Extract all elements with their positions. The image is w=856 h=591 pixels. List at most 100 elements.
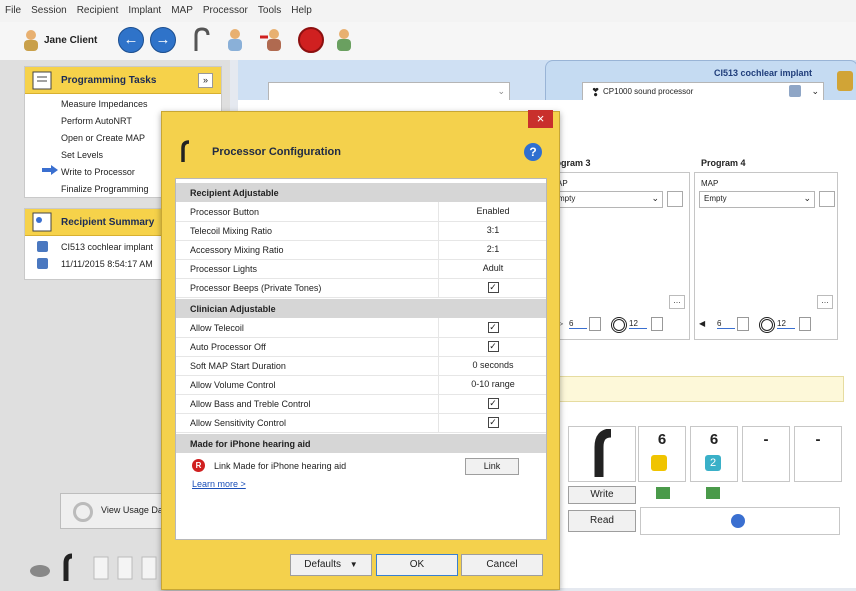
stop-button[interactable]	[298, 27, 324, 53]
task-set-levels[interactable]: Set Levels	[61, 150, 103, 160]
program-4-card-number: -	[815, 431, 821, 448]
menu-recipient[interactable]: Recipient	[72, 0, 124, 16]
program-4-sensitivity[interactable]: 12	[777, 319, 795, 329]
program-4-map-select[interactable]: Empty ⌄	[699, 191, 815, 208]
program-4-map-value: Empty	[704, 194, 727, 203]
read-button[interactable]: Read	[568, 510, 636, 532]
menu-file[interactable]: File	[0, 0, 26, 16]
checkbox-icon[interactable]: ✓	[487, 322, 499, 334]
summary-icon	[32, 212, 52, 232]
forward-button[interactable]: →	[150, 27, 176, 53]
program-3-sensitivity[interactable]: 12	[629, 319, 647, 329]
program-2-card[interactable]: 6 2	[690, 426, 738, 482]
forward-icon: →	[150, 27, 176, 53]
help-icon[interactable]: ?	[524, 143, 542, 161]
program-4-edit-icon[interactable]	[819, 191, 835, 207]
setting-allow-volume[interactable]: Allow Volume Control 0-10 range	[176, 375, 546, 395]
checkbox-icon[interactable]: ✓	[487, 417, 499, 429]
calendar-icon	[37, 258, 48, 269]
setting-allow-bass-treble: Allow Bass and Treble Control ✓	[176, 394, 546, 414]
collapse-icon[interactable]: »	[198, 73, 213, 88]
task-perform-autonrt[interactable]: Perform AutoNRT	[61, 116, 132, 126]
stop-icon	[298, 27, 324, 53]
program-3-volume-stepper[interactable]	[589, 317, 601, 331]
view-usage-button[interactable]: View Usage Da	[60, 493, 172, 529]
lock-icon	[837, 71, 853, 91]
users-button[interactable]	[222, 27, 248, 53]
menu-session[interactable]: Session	[26, 0, 72, 16]
program-3-volume[interactable]: 6	[569, 319, 587, 329]
processor-select[interactable]: ❣ CP1000 sound processor ⌄	[582, 82, 824, 102]
view-usage-label: View Usage Da	[101, 505, 163, 515]
write-program-2-icon[interactable]	[706, 487, 720, 499]
toolbar: Jane Client ← →	[0, 22, 856, 61]
checkbox-icon[interactable]: ✓	[487, 282, 499, 294]
program-4-title: Program 4	[701, 158, 746, 168]
ok-button[interactable]: OK	[376, 554, 458, 576]
chevron-down-icon: ⌄	[651, 193, 659, 203]
menu-tools[interactable]: Tools	[253, 0, 286, 16]
program-3-card-number: -	[763, 431, 769, 448]
program-3-edit-icon[interactable]	[667, 191, 683, 207]
link-button[interactable]: Link	[465, 458, 519, 475]
cancel-button[interactable]: Cancel	[461, 554, 543, 576]
menu-implant[interactable]: Implant	[123, 0, 166, 16]
program-1-card[interactable]: 6	[638, 426, 686, 482]
write-program-1-icon[interactable]	[656, 487, 670, 499]
transfer-button[interactable]	[258, 27, 284, 53]
program-4-map-label: MAP	[701, 179, 719, 188]
program-4-more-button[interactable]: …	[817, 295, 833, 309]
section-clinician-adjustable: Clinician Adjustable	[176, 299, 546, 318]
usage-icon	[73, 502, 93, 522]
program-3-card[interactable]: -	[742, 426, 790, 482]
program-3-more-button[interactable]: …	[669, 295, 685, 309]
checkbox-icon[interactable]: ✓	[487, 341, 499, 353]
tasks-icon	[32, 71, 52, 90]
users-icon	[228, 29, 242, 51]
back-button[interactable]: ←	[118, 27, 144, 53]
processor-large-icon	[594, 429, 612, 477]
menu-map[interactable]: MAP	[166, 0, 198, 16]
user-button[interactable]: Jane Client	[22, 27, 97, 53]
program-3-map-select[interactable]: mpty ⌄	[553, 191, 663, 208]
setting-processor-lights[interactable]: Processor Lights Adult	[176, 259, 546, 279]
transfer-icon	[260, 29, 281, 51]
program-4-card[interactable]: -	[794, 426, 842, 482]
processor-card[interactable]	[568, 426, 636, 482]
program-4-sensitivity-stepper[interactable]	[799, 317, 811, 331]
recipients-button[interactable]	[330, 27, 356, 53]
setting-auto-processor-off: Auto Processor Off ✓	[176, 337, 546, 357]
task-write-to-processor[interactable]: Write to Processor	[61, 167, 135, 177]
learn-more-link[interactable]: Learn more >	[192, 479, 246, 489]
program-4-sensitivity-icon	[759, 317, 775, 333]
write-button[interactable]: Write	[568, 486, 636, 504]
task-measure-impedances[interactable]: Measure Impedances	[61, 99, 148, 109]
setting-processor-button[interactable]: Processor Button Enabled	[176, 202, 546, 222]
task-open-create-map[interactable]: Open or Create MAP	[61, 133, 145, 143]
menu-help[interactable]: Help	[286, 0, 317, 16]
programming-tasks-header[interactable]: Programming Tasks »	[25, 67, 221, 94]
defaults-button[interactable]: Defaults ▼	[290, 554, 372, 576]
program-4-volume[interactable]: 6	[717, 319, 735, 329]
setting-accessory-mixing[interactable]: Accessory Mixing Ratio 2:1	[176, 240, 546, 260]
processor-button[interactable]	[190, 27, 216, 53]
setting-allow-telecoil: Allow Telecoil ✓	[176, 318, 546, 338]
help-small-icon	[731, 514, 745, 528]
program-4-panel: MAP Empty ⌄ … ◀ 6 12	[694, 172, 838, 340]
dialog-title: Processor Configuration	[212, 146, 341, 158]
user-icon	[24, 30, 38, 51]
checkbox-icon[interactable]: ✓	[487, 398, 499, 410]
program-3-sensitivity-stepper[interactable]	[651, 317, 663, 331]
recipients-icon	[337, 29, 351, 51]
processor-small-icon: ❣	[591, 87, 601, 99]
mfi-label: Link Made for iPhone hearing aid	[214, 461, 347, 471]
close-button[interactable]: ×	[528, 110, 553, 128]
menu-processor[interactable]: Processor	[198, 0, 253, 16]
program-4-volume-stepper[interactable]	[737, 317, 749, 331]
setting-soft-map-start[interactable]: Soft MAP Start Duration 0 seconds	[176, 356, 546, 376]
task-finalize-programming[interactable]: Finalize Programming	[61, 184, 149, 194]
setting-telecoil-mixing[interactable]: Telecoil Mixing Ratio 3:1	[176, 221, 546, 241]
left-processor-select[interactable]: ⌄	[268, 82, 510, 102]
setting-processor-beeps: Processor Beeps (Private Tones) ✓	[176, 278, 546, 298]
summary-implant: CI513 cochlear implant	[61, 242, 154, 252]
